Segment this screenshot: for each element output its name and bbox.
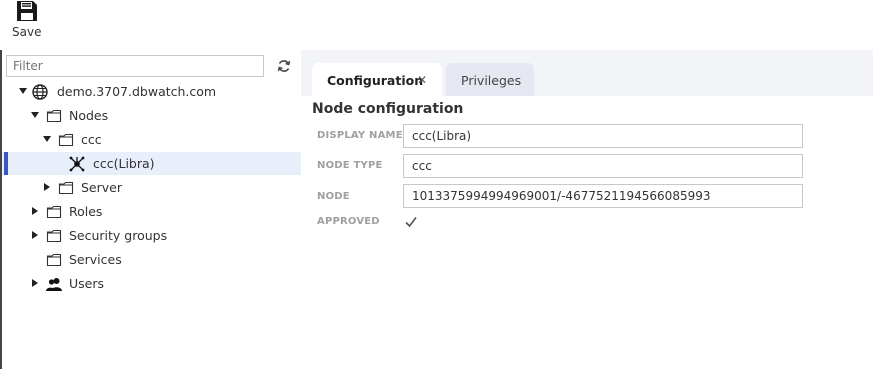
filter-input[interactable] bbox=[6, 55, 264, 77]
tab-configuration[interactable]: Configuration ✕ bbox=[312, 63, 442, 96]
caret-right-icon[interactable] bbox=[31, 231, 39, 239]
folder-icon bbox=[46, 205, 62, 219]
tree-item-label: Nodes bbox=[69, 108, 109, 123]
tree-item-label: demo.3707.dbwatch.com bbox=[57, 84, 217, 99]
tree-item-label: Roles bbox=[69, 204, 103, 219]
caret-right-icon[interactable] bbox=[31, 207, 39, 215]
node-icon bbox=[69, 156, 85, 172]
tree-item-ccc-libra[interactable]: ccc(Libra) bbox=[2, 152, 301, 175]
tree-item-label: ccc(Libra) bbox=[93, 156, 155, 171]
approved-checkbox[interactable] bbox=[404, 215, 418, 229]
display-name-field[interactable]: ccc(Libra) bbox=[403, 124, 803, 148]
tree-item-label: Server bbox=[81, 180, 122, 195]
tree-item-users[interactable]: Users bbox=[2, 272, 301, 295]
folder-icon bbox=[58, 133, 74, 147]
caret-down-icon[interactable] bbox=[43, 135, 51, 143]
node-type-field[interactable]: ccc bbox=[403, 154, 803, 178]
floppy-disk-icon bbox=[17, 1, 37, 21]
toolbar: Save bbox=[0, 0, 873, 50]
approved-label: APPROVED bbox=[317, 216, 380, 227]
folder-icon bbox=[46, 109, 62, 123]
globe-icon bbox=[32, 84, 48, 100]
close-icon[interactable]: ✕ bbox=[417, 73, 427, 87]
node-type-label: NODE TYPE bbox=[317, 160, 383, 171]
detail-panel: Configuration ✕ Privileges Node configur… bbox=[301, 50, 873, 369]
refresh-icon[interactable] bbox=[277, 59, 291, 73]
caret-down-icon[interactable] bbox=[19, 87, 27, 95]
tree-item-label: Users bbox=[69, 276, 105, 291]
tree-item-label: ccc bbox=[81, 132, 102, 147]
save-label: Save bbox=[12, 25, 42, 39]
tree-panel: demo.3707.dbwatch.com Nodes ccc bbox=[0, 50, 301, 369]
tree-item-ccc[interactable]: ccc bbox=[2, 128, 301, 151]
tab-label: Configuration bbox=[327, 73, 424, 88]
tree-item-server-root[interactable]: demo.3707.dbwatch.com bbox=[2, 80, 301, 103]
display-name-label: DISPLAY NAME bbox=[317, 130, 403, 141]
tab-strip: Configuration ✕ Privileges bbox=[301, 50, 873, 96]
node-field[interactable]: 1013375994994969001/-4677521194566085993 bbox=[403, 184, 803, 208]
tree-item-roles[interactable]: Roles bbox=[2, 200, 301, 223]
folder-icon bbox=[46, 229, 62, 243]
tree-item-label: Security groups bbox=[69, 228, 168, 243]
caret-right-icon[interactable] bbox=[43, 183, 51, 191]
tree-item-label: Services bbox=[69, 252, 122, 267]
tree-item-security-groups[interactable]: Security groups bbox=[2, 224, 301, 247]
page-title: Node configuration bbox=[312, 101, 464, 117]
node-label: NODE bbox=[317, 191, 350, 202]
tab-privileges[interactable]: Privileges bbox=[446, 63, 534, 96]
users-icon bbox=[46, 278, 62, 291]
tree-item-server[interactable]: Server bbox=[2, 176, 301, 199]
save-button[interactable]: Save bbox=[8, 0, 46, 44]
caret-down-icon[interactable] bbox=[31, 111, 39, 119]
folder-icon bbox=[58, 181, 74, 195]
tree-item-services[interactable]: Services bbox=[2, 248, 301, 271]
caret-right-icon[interactable] bbox=[31, 279, 39, 287]
tree-item-nodes[interactable]: Nodes bbox=[2, 104, 301, 127]
folder-icon bbox=[46, 253, 62, 267]
tab-label: Privileges bbox=[461, 73, 522, 88]
